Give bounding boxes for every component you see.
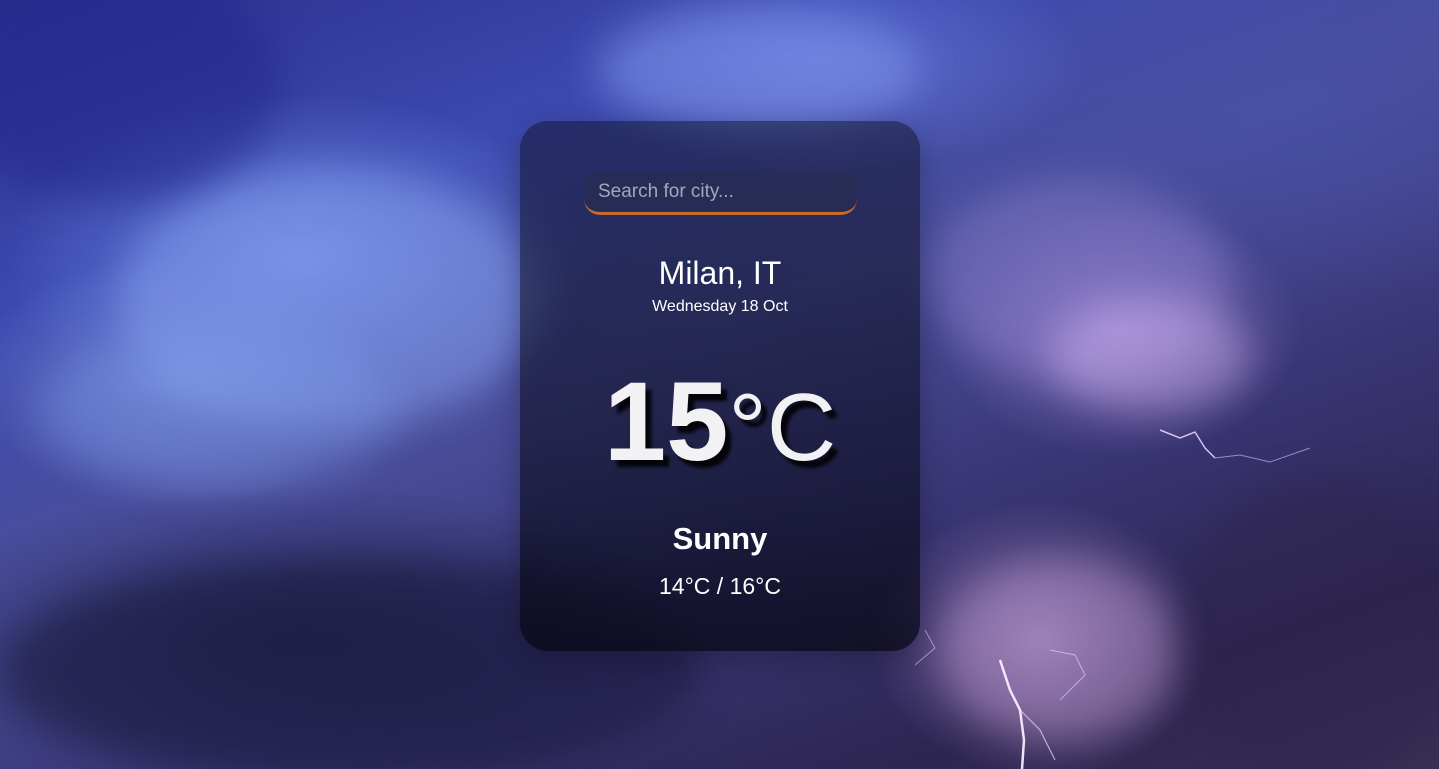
search-input[interactable]	[584, 171, 857, 215]
weather-condition: Sunny	[672, 521, 768, 556]
temperature-value: 15	[603, 359, 729, 484]
current-date: Wednesday 18 Oct	[652, 298, 788, 315]
weather-card: Milan, IT Wednesday 18 Oct 15°C Sunny 14…	[520, 121, 920, 651]
temperature-range: 14°C / 16°C	[659, 573, 781, 599]
temperature-unit: °C	[728, 374, 837, 481]
city-name: Milan, IT	[658, 255, 782, 291]
current-temperature: 15°C	[520, 366, 920, 483]
